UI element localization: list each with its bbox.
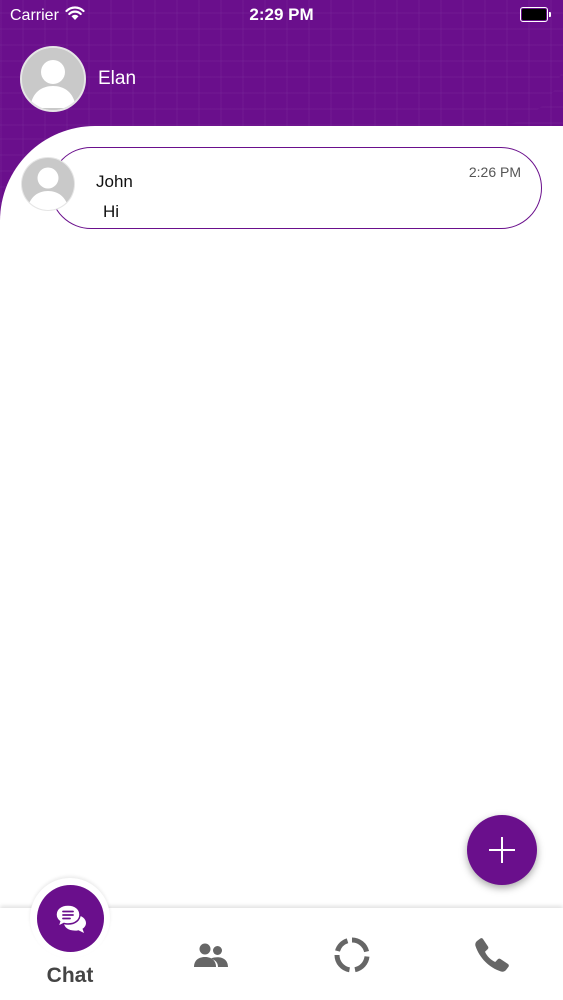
avatar[interactable] xyxy=(20,46,86,112)
chat-avatar[interactable] xyxy=(20,156,76,212)
user-silhouette-icon xyxy=(22,48,84,110)
status-ring-icon xyxy=(334,937,370,973)
chat-list-item[interactable]: John Hi 2:26 PM xyxy=(50,147,542,229)
status-time: 2:29 PM xyxy=(249,5,314,24)
chat-contact-name: John xyxy=(96,172,133,191)
new-chat-button[interactable] xyxy=(467,815,537,885)
plus-icon xyxy=(489,837,515,863)
chat-last-message: Hi xyxy=(103,202,120,221)
contacts-icon xyxy=(194,943,228,967)
nav-tab-calls[interactable] xyxy=(472,935,512,975)
header-user[interactable]: Elan xyxy=(20,46,136,112)
header-user-name: Elan xyxy=(98,68,137,89)
app-screen: Carrier 2:29 PM Elan John Hi 2:26 PM Cha… xyxy=(0,0,563,1000)
chat-timestamp: 2:26 PM xyxy=(468,164,521,180)
phone-icon xyxy=(475,938,509,972)
nav-tab-status[interactable] xyxy=(332,935,372,975)
battery-icon xyxy=(520,7,551,22)
nav-tab-chat-label[interactable]: Chat xyxy=(30,964,110,988)
status-bar: Carrier 2:29 PM xyxy=(0,0,563,30)
nav-tab-chat[interactable] xyxy=(37,885,104,952)
chat-bubbles-icon xyxy=(54,903,86,933)
user-silhouette-icon xyxy=(21,157,75,211)
nav-tab-contacts[interactable] xyxy=(191,935,231,975)
